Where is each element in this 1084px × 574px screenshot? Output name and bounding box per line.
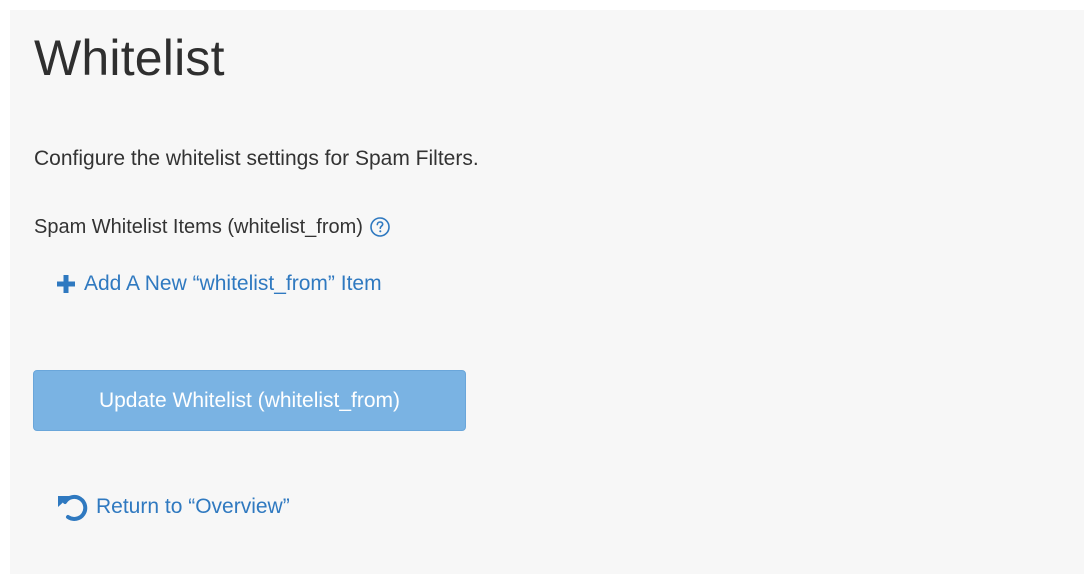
plus-icon [56,274,76,294]
page-title: Whitelist [34,30,225,86]
add-item-label: Add A New “whitelist_from” Item [84,272,382,295]
add-whitelist-item-link[interactable]: Add A New “whitelist_from” Item [56,271,382,297]
return-to-overview-link[interactable]: Return to “Overview” [56,492,290,522]
page-description: Configure the whitelist settings for Spa… [34,147,479,170]
section-label: Spam Whitelist Items (whitelist_from) [34,216,363,238]
whitelist-panel: Whitelist Configure the whitelist settin… [10,10,1084,574]
return-label: Return to “Overview” [96,495,290,518]
undo-icon [56,492,90,522]
section-header: Spam Whitelist Items (whitelist_from) [34,214,391,240]
update-whitelist-button[interactable]: Update Whitelist (whitelist_from) [33,370,466,431]
question-circle-icon[interactable] [369,216,391,238]
